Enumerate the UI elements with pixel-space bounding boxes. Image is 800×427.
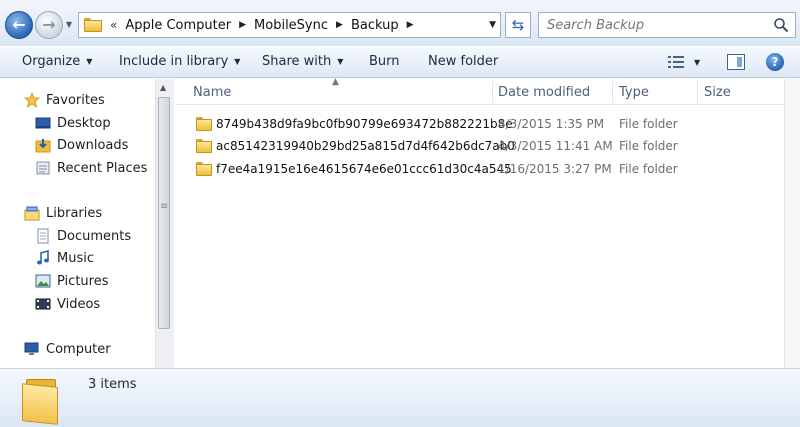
include-in-library-button[interactable]: Include in library ▼ <box>119 54 240 69</box>
nav-favorites[interactable]: Favorites <box>23 90 105 110</box>
chevron-down-icon: ▼ <box>337 57 344 66</box>
search-box[interactable] <box>538 12 796 38</box>
table-row[interactable]: 8749b438d9fa9bc0fb90799e693472b882221b8e… <box>192 113 782 135</box>
nav-item-videos[interactable]: Videos <box>35 294 100 314</box>
nav-item-desktop[interactable]: Desktop <box>35 113 111 133</box>
scrollbar-thumb[interactable] <box>158 97 170 329</box>
nav-item-pictures[interactable]: Pictures <box>35 271 108 291</box>
item-count: 3 items <box>88 377 137 392</box>
file-date: 4/3/2015 11:41 AM <box>498 139 613 153</box>
nav-computer[interactable]: Computer <box>24 339 111 359</box>
forward-button[interactable]: → <box>35 11 63 39</box>
nav-item-downloads[interactable]: Downloads <box>35 135 128 155</box>
navigation-scrollbar[interactable]: ▲ <box>155 79 172 368</box>
chevron-down-icon[interactable]: ▼ <box>694 58 700 67</box>
new-folder-button[interactable]: New folder <box>428 54 498 69</box>
back-button[interactable]: ← <box>5 11 33 39</box>
nav-libraries[interactable]: Libraries <box>24 203 102 223</box>
nav-item-recent-places[interactable]: Recent Places <box>35 158 147 178</box>
breadcrumb-backup[interactable]: Backup <box>351 18 399 33</box>
search-icon[interactable] <box>773 17 789 33</box>
column-size[interactable]: Size <box>704 85 731 100</box>
chevron-down-icon[interactable]: ▼ <box>489 20 496 30</box>
nav-item-music[interactable]: Music <box>35 248 94 268</box>
folder-icon <box>22 377 62 425</box>
file-list: ▲ Name Date modified Type Size 8749b438d… <box>176 77 800 368</box>
search-input[interactable] <box>539 13 759 37</box>
breadcrumb-apple-computer[interactable]: Apple Computer <box>125 18 231 33</box>
view-options-icon[interactable] <box>668 55 684 69</box>
sort-arrow-icon: ▲ <box>332 77 339 87</box>
refresh-button[interactable]: ⇆ <box>505 12 531 38</box>
file-date: 4/3/2015 1:35 PM <box>498 117 605 131</box>
share-with-button[interactable]: Share with ▼ <box>262 54 343 69</box>
breadcrumb-mobilesync[interactable]: MobileSync <box>254 18 328 33</box>
chevron-right-icon[interactable]: ▶ <box>407 20 414 30</box>
table-row[interactable]: ac85142319940b29bd25a815d7d4f642b6dc7ab0… <box>192 135 782 157</box>
chevron-down-icon: ▼ <box>234 57 241 66</box>
column-date-modified[interactable]: Date modified <box>498 85 590 100</box>
file-type: File folder <box>619 162 678 176</box>
chevron-down-icon: ▼ <box>86 57 93 66</box>
file-type: File folder <box>619 117 678 131</box>
file-name: 8749b438d9fa9bc0fb90799e693472b882221b8e <box>216 117 513 131</box>
file-name: f7ee4a1915e16e4615674e6e01ccc61d30c4a545 <box>216 162 512 176</box>
nav-item-documents[interactable]: Documents <box>35 226 131 246</box>
burn-button[interactable]: Burn <box>369 54 400 69</box>
downloads-icon <box>35 137 51 153</box>
folder-icon <box>196 162 212 176</box>
preview-pane-icon[interactable] <box>727 54 745 70</box>
breadcrumb[interactable]: « Apple Computer ▶ MobileSync ▶ Backup ▶… <box>78 12 501 38</box>
address-bar: ← → ▼ « Apple Computer ▶ MobileSync ▶ Ba… <box>0 0 800 46</box>
command-bar: Organize ▼ Include in library ▼ Share with… <box>0 46 800 78</box>
recent-places-icon <box>35 160 51 176</box>
recent-pages-button[interactable]: ▼ <box>64 20 74 30</box>
help-icon[interactable]: ? <box>766 53 784 71</box>
scroll-up-icon[interactable]: ▲ <box>160 83 166 92</box>
column-name[interactable]: Name <box>193 85 231 100</box>
pictures-icon <box>35 273 51 289</box>
file-date: 1/16/2015 3:27 PM <box>498 162 612 176</box>
file-type: File folder <box>619 139 678 153</box>
column-separator[interactable] <box>492 81 493 103</box>
pane-divider[interactable] <box>172 79 174 368</box>
breadcrumb-overflow-icon[interactable]: « <box>110 18 117 32</box>
videos-icon <box>35 296 51 312</box>
folder-icon <box>196 117 212 131</box>
documents-icon <box>35 228 51 244</box>
computer-icon <box>24 341 40 357</box>
column-type[interactable]: Type <box>619 85 649 100</box>
table-row[interactable]: f7ee4a1915e16e4615674e6e01ccc61d30c4a545… <box>192 158 782 180</box>
folder-icon <box>196 139 212 153</box>
file-name: ac85142319940b29bd25a815d7d4f642b6dc7ab0 <box>216 139 515 153</box>
star-icon <box>23 91 41 108</box>
music-icon <box>35 249 51 266</box>
desktop-icon <box>35 115 51 131</box>
column-separator[interactable] <box>612 81 613 103</box>
file-list-scrollbar[interactable] <box>784 79 800 368</box>
column-separator[interactable] <box>697 81 698 103</box>
column-header: ▲ Name Date modified Type Size <box>176 77 784 105</box>
chevron-right-icon[interactable]: ▶ <box>336 20 343 30</box>
details-pane: 3 items <box>0 368 800 427</box>
chevron-right-icon[interactable]: ▶ <box>239 20 246 30</box>
libraries-icon <box>24 205 40 221</box>
folder-icon <box>84 18 102 32</box>
organize-button[interactable]: Organize ▼ <box>22 54 92 69</box>
navigation-pane: Favorites Desktop Downloads Recent Place… <box>0 79 172 368</box>
